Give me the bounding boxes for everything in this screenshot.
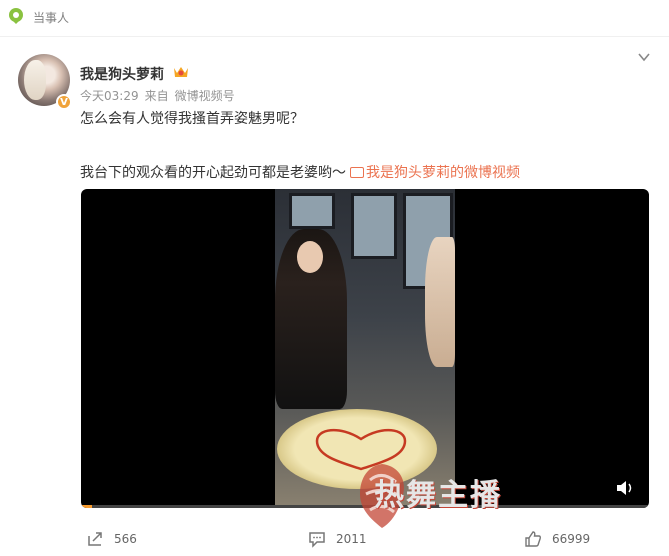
divider	[0, 36, 669, 37]
video-link-icon	[350, 167, 364, 178]
watermark-text: 热舞主播	[374, 478, 502, 513]
topic-label: 当事人	[33, 11, 70, 25]
post-time[interactable]: 今天03:29	[80, 89, 139, 103]
verified-badge: V	[56, 94, 72, 110]
username[interactable]: 我是狗头萝莉	[80, 64, 164, 84]
thumbs-up-icon	[525, 531, 541, 547]
source-prefix: 来自	[144, 89, 169, 103]
video-link[interactable]: 我是狗头萝莉的微博视频	[366, 165, 520, 181]
post-text-line1: 怎么会有人觉得我搔首弄姿魅男呢？	[80, 111, 304, 127]
forward-button[interactable]: 566	[86, 530, 137, 548]
volume-icon[interactable]	[615, 480, 635, 496]
action-bar: 566 2011 66999	[0, 522, 669, 556]
location-pin-icon	[9, 8, 23, 24]
forward-count: 566	[114, 532, 137, 546]
comment-icon	[309, 532, 325, 548]
post-text-line2-body: 我台下的观众看的开心起劲可都是老婆哟～	[80, 165, 346, 181]
like-count: 66999	[552, 532, 591, 546]
comment-button[interactable]: 2011	[308, 530, 367, 548]
post-meta: 今天03:29 来自 微博视频号	[80, 87, 241, 104]
forward-icon	[88, 532, 102, 546]
post-text-line2: 我台下的观众看的开心起劲可都是老婆哟～ 我是狗头萝莉的微博视频	[80, 162, 520, 182]
member-crown-icon[interactable]	[172, 64, 190, 80]
like-button[interactable]: 66999	[524, 530, 590, 548]
post-source[interactable]: 微博视频号	[175, 89, 235, 103]
chevron-down-icon[interactable]	[637, 50, 651, 64]
top-bar: 当事人	[0, 0, 669, 34]
comment-count: 2011	[336, 532, 367, 546]
